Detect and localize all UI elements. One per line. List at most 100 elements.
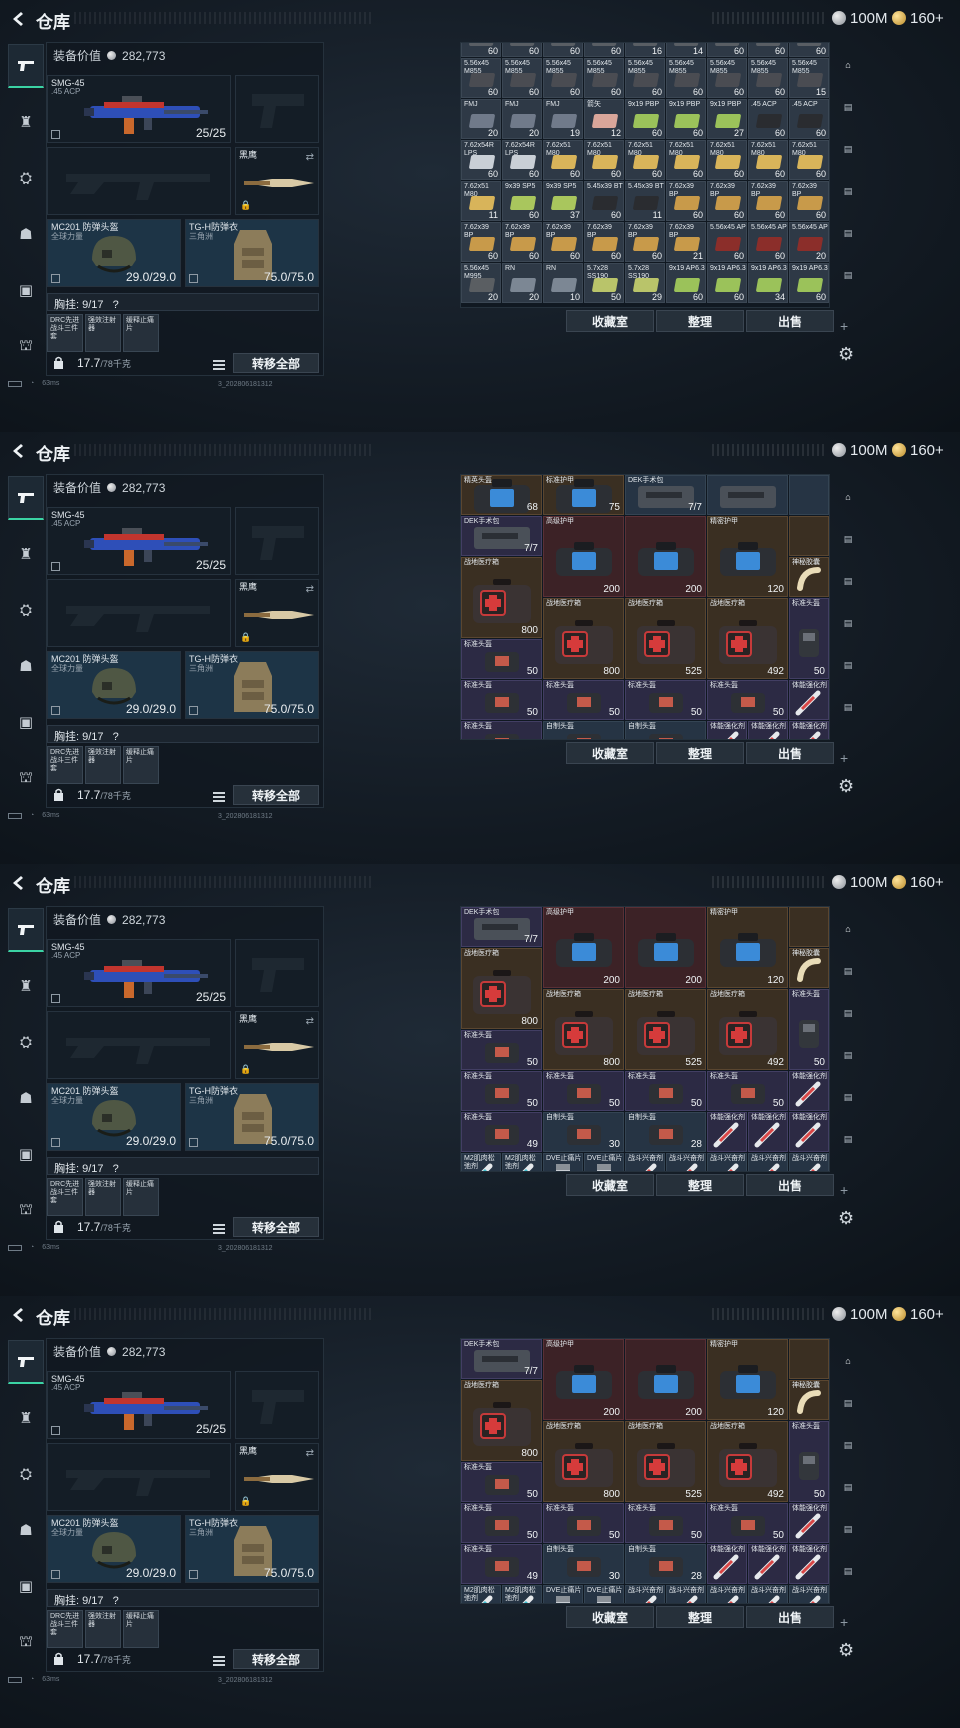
gear-icon[interactable]: ⚙ bbox=[838, 344, 854, 365]
chest-item-painkiller[interactable]: 缓释止痛片 bbox=[123, 314, 159, 352]
ammo-item[interactable]: 60 bbox=[748, 43, 788, 57]
chest-item-injector[interactable]: 强效注射器 bbox=[85, 1610, 121, 1648]
list-icon[interactable] bbox=[211, 788, 227, 804]
ammo-item[interactable]: 5.56x45 AP 20 bbox=[789, 222, 829, 262]
stash-item[interactable]: DEK手术包 7/7 bbox=[461, 516, 542, 556]
sidebar-item-weapons[interactable] bbox=[8, 908, 44, 952]
stash-item[interactable]: 标准头盔 50 bbox=[461, 1503, 542, 1543]
ammo-item[interactable]: 60 bbox=[543, 43, 583, 57]
ammo-item[interactable]: 60 bbox=[707, 43, 747, 57]
primary-weapon-slot[interactable]: SMG-45 .45 ACP 25/25 bbox=[47, 939, 231, 1007]
ammo-item[interactable]: 9x39 SP5 37 bbox=[543, 181, 583, 221]
sidearm-slot[interactable] bbox=[235, 507, 319, 575]
stash-item[interactable]: 精英头盔 68 bbox=[461, 475, 542, 515]
gold-currency[interactable]: 160+ bbox=[892, 8, 944, 28]
stash-tab-2[interactable]: ▤ bbox=[836, 90, 860, 124]
sidebar-item-bag[interactable]: ☗ bbox=[8, 1508, 44, 1552]
stash-item[interactable]: 战地医疗箱 800 bbox=[461, 1380, 542, 1461]
chest-item-drc[interactable]: DRC先进战斗三件套 bbox=[47, 746, 83, 784]
ammo-item[interactable]: 5.56x45 M855 15 bbox=[789, 58, 829, 98]
ammo-item[interactable]: 7.62x51 M80 60 bbox=[789, 140, 829, 180]
sidebar-item-case[interactable]: ⛫ bbox=[8, 324, 44, 368]
stash-tab-main[interactable]: ⌂ bbox=[836, 912, 860, 946]
sidebar-item-case[interactable]: ⛫ bbox=[8, 1620, 44, 1664]
stash-item[interactable]: 体能强化剂 bbox=[789, 680, 829, 720]
ammo-item[interactable]: 5.56x45 M995 20 bbox=[461, 263, 501, 303]
stash-item[interactable]: 战地医疗箱 492 bbox=[707, 1421, 788, 1502]
chest-item-painkiller[interactable]: 缓释止痛片 bbox=[123, 746, 159, 784]
stash-item[interactable]: 标准头盔 50 bbox=[707, 1503, 788, 1543]
secondary-weapon-slot[interactable] bbox=[47, 1011, 231, 1079]
melee-slot[interactable]: 黑鹰 ⇄ 🔒 bbox=[235, 1011, 319, 1079]
ammo-item[interactable]: 7.62x51 M80 60 bbox=[584, 140, 624, 180]
gold-currency[interactable]: 160+ bbox=[892, 872, 944, 892]
stash-item[interactable]: 标准头盔 50 bbox=[543, 1071, 624, 1111]
stash-tab-6[interactable]: ▤ bbox=[836, 690, 860, 724]
melee-slot[interactable]: 黑鹰 ⇄ 🔒 bbox=[235, 147, 319, 215]
vest-slot[interactable]: TG-H防弹衣 三角洲 75.0/75.0 bbox=[185, 651, 319, 719]
stash-item[interactable] bbox=[789, 907, 829, 947]
stash-item[interactable]: DVE止痛片4/5 bbox=[543, 1585, 583, 1603]
stash-item[interactable]: 标准头盔 50 bbox=[625, 1503, 706, 1543]
sort-button[interactable]: 整理 bbox=[656, 310, 744, 332]
helmet-slot[interactable]: MC201 防弹头盔 全球力量 29.0/29.0 bbox=[47, 1083, 181, 1151]
ammo-item[interactable]: 7.62x51 M80 60 bbox=[748, 140, 788, 180]
chest-item-drc[interactable]: DRC先进战斗三件套 bbox=[47, 1178, 83, 1216]
ammo-item[interactable]: RN 20 bbox=[502, 263, 542, 303]
sidebar-item-bag[interactable]: ☗ bbox=[8, 212, 44, 256]
stash-item[interactable]: 标准头盔 50 bbox=[707, 1071, 788, 1111]
back-icon[interactable] bbox=[10, 10, 26, 28]
transfer-all-button[interactable]: 转移全部 bbox=[233, 1649, 319, 1669]
stash-item[interactable]: 战地医疗箱 525 bbox=[625, 1421, 706, 1502]
stash-item[interactable]: 标准头盔 50 bbox=[461, 1462, 542, 1502]
silver-currency[interactable]: 100M bbox=[832, 872, 888, 892]
help-icon[interactable]: ? bbox=[113, 1163, 119, 1175]
ammo-item[interactable]: 7.62x51 M80 60 bbox=[666, 140, 706, 180]
sidebar-item-backpack[interactable]: ⛭ bbox=[8, 588, 44, 632]
stash-item[interactable]: DVE止痛片4/5 bbox=[584, 1585, 624, 1603]
stash-tab-main[interactable]: ⌂ bbox=[836, 1344, 860, 1378]
stash-item[interactable]: 标准头盔 49 bbox=[461, 1544, 542, 1584]
stash-tab-6[interactable]: ▤ bbox=[836, 1122, 860, 1156]
inspect-icon[interactable] bbox=[189, 274, 198, 283]
melee-slot[interactable]: 黑鹰 ⇄ 🔒 bbox=[235, 1443, 319, 1511]
sidebar-item-armor[interactable]: ♜ bbox=[8, 532, 44, 576]
sell-button[interactable]: 出售 bbox=[746, 1174, 834, 1196]
sidebar-item-armor[interactable]: ♜ bbox=[8, 1396, 44, 1440]
inspect-icon[interactable] bbox=[51, 1426, 60, 1435]
stash-item[interactable]: 神秘胶囊 bbox=[789, 557, 829, 597]
ammo-item[interactable]: RN 10 bbox=[543, 263, 583, 303]
add-tab-icon[interactable]: + bbox=[840, 750, 848, 766]
inspect-icon[interactable] bbox=[51, 130, 60, 139]
stash-item[interactable]: 战斗兴奋剂 bbox=[748, 1585, 788, 1603]
stash-item[interactable]: DEK手术包 7/7 bbox=[461, 1339, 542, 1379]
chest-item-drc[interactable]: DRC先进战斗三件套 bbox=[47, 1610, 83, 1648]
gear-icon[interactable]: ⚙ bbox=[838, 776, 854, 797]
ammo-item[interactable]: 5.56x45 AP 60 bbox=[707, 222, 747, 262]
chest-item-injector[interactable]: 强效注射器 bbox=[85, 746, 121, 784]
sidebar-item-bag[interactable]: ☗ bbox=[8, 644, 44, 688]
stash-item[interactable]: 战地医疗箱 525 bbox=[625, 598, 706, 679]
add-tab-icon[interactable]: + bbox=[840, 1182, 848, 1198]
stash-item[interactable]: 神秘胶囊 bbox=[789, 948, 829, 988]
stash-item[interactable]: 标准头盔 50 bbox=[789, 989, 829, 1070]
sidebar-item-armor[interactable]: ♜ bbox=[8, 100, 44, 144]
ammo-item[interactable]: FMJ 20 bbox=[502, 99, 542, 139]
primary-weapon-slot[interactable]: SMG-45 .45 ACP 25/25 bbox=[47, 75, 231, 143]
ammo-item[interactable]: 9x19 AP6.3 60 bbox=[707, 263, 747, 303]
stash-item[interactable]: 体能强化剂 bbox=[748, 721, 788, 739]
help-icon[interactable]: ? bbox=[113, 1595, 119, 1607]
stash-item[interactable]: 标准头盔 50 bbox=[789, 1421, 829, 1502]
ammo-item[interactable]: .45 ACP 60 bbox=[748, 99, 788, 139]
inspect-icon[interactable] bbox=[51, 274, 60, 283]
stash-item[interactable] bbox=[789, 1339, 829, 1379]
chest-item-injector[interactable]: 强效注射器 bbox=[85, 1178, 121, 1216]
transfer-all-button[interactable]: 转移全部 bbox=[233, 353, 319, 373]
vest-slot[interactable]: TG-H防弹衣 三角洲 75.0/75.0 bbox=[185, 1083, 319, 1151]
help-icon[interactable]: ? bbox=[113, 731, 119, 743]
stash-item[interactable]: M2肌肉松弛剂 bbox=[502, 1153, 542, 1171]
stash-item[interactable]: DEK手术包 7/7 bbox=[461, 907, 542, 947]
ammo-item[interactable]: 7.62x51 M80 60 bbox=[707, 140, 747, 180]
ammo-item[interactable]: 9x19 AP6.3 60 bbox=[666, 263, 706, 303]
stash-item[interactable]: 自制头盔 30 bbox=[543, 1112, 624, 1152]
